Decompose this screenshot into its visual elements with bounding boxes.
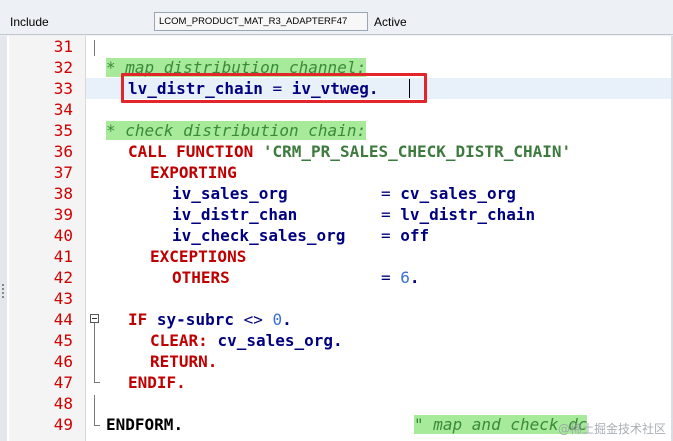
value: cv_sales_org <box>217 331 334 350</box>
parameter: iv_check_sales_org <box>172 226 346 245</box>
value: lv_distr_chain <box>400 205 536 224</box>
line-number: 39 <box>53 205 73 224</box>
include-label: Include <box>10 15 49 29</box>
collapse-icon[interactable] <box>90 314 99 323</box>
code-line-39[interactable]: 39 iv_distr_chan = lv_distr_chain <box>0 204 673 225</box>
code-line-46[interactable]: 46 RETURN. <box>0 351 673 372</box>
line-number: 44 <box>53 310 73 329</box>
line-number: 34 <box>53 100 73 119</box>
keyword: ENDIF <box>128 373 177 392</box>
line-number: 40 <box>53 226 73 245</box>
keyword: CALL FUNCTION <box>128 142 254 161</box>
parameter: iv_distr_chan <box>172 205 298 224</box>
keyword: RETURN <box>150 352 208 371</box>
period: . <box>333 331 343 350</box>
operator: = <box>381 184 401 203</box>
number-literal: 0 <box>272 310 283 329</box>
fold-guide-end <box>94 425 100 426</box>
line-number: 43 <box>53 289 73 308</box>
operator: = <box>381 226 401 245</box>
period: . <box>176 373 186 392</box>
operator: = <box>381 205 401 224</box>
line-number: 32 <box>53 58 73 77</box>
keyword: IF <box>128 310 148 329</box>
code-line-47[interactable]: 47 ENDIF. <box>0 372 673 393</box>
line-number: 38 <box>53 184 73 203</box>
line-number: 49 <box>53 415 73 434</box>
code-line-40[interactable]: 40 iv_check_sales_org = off <box>0 225 673 246</box>
variable: sy-subrc <box>156 310 234 329</box>
status-label: Active <box>374 15 407 29</box>
code-line-48[interactable]: 48 <box>0 393 673 414</box>
code-line-38[interactable]: 38 iv_sales_org = cv_sales_org <box>0 183 673 204</box>
comment: * check distribution chain: <box>106 121 367 140</box>
value: cv_sales_org <box>400 184 516 203</box>
value: off <box>400 226 430 245</box>
string-literal: 'CRM_PR_SALES_CHECK_DISTR_CHAIN' <box>262 142 572 161</box>
line-number: 46 <box>53 352 73 371</box>
keyword: OTHERS <box>172 268 230 287</box>
line-number: 37 <box>53 163 73 182</box>
watermark: @稀土掘金技术社区 <box>558 422 667 436</box>
code-line-45[interactable]: 45 CLEAR: cv_sales_org. <box>0 330 673 351</box>
line-number: 48 <box>53 394 73 413</box>
period: . <box>207 352 218 371</box>
line-number: 35 <box>53 121 73 140</box>
line-number: 31 <box>53 37 73 56</box>
keyword: EXPORTING <box>150 163 237 182</box>
program-name-field[interactable]: LCOM_PRODUCT_MAT_R3_ADAPTERF47 <box>154 12 368 31</box>
line-number: 36 <box>53 142 73 161</box>
code-line-44[interactable]: 44 IF sy-subrc <> 0. <box>0 309 673 330</box>
fold-guide <box>94 395 95 425</box>
keyword: CLEAR: <box>150 331 208 350</box>
code-line-43[interactable]: 43 <box>0 288 673 309</box>
keyword: EXCEPTIONS <box>150 247 247 266</box>
operator: <> <box>233 310 273 329</box>
period: . <box>409 268 420 287</box>
code-line-42[interactable]: 42 OTHERS = 6. <box>0 267 673 288</box>
line-number: 45 <box>53 331 73 350</box>
code-line-31[interactable]: 31 <box>0 36 673 57</box>
text-cursor <box>409 79 410 98</box>
number-literal: 6 <box>400 268 410 287</box>
fold-guide-end <box>94 382 100 383</box>
code-line-37[interactable]: 37 EXPORTING <box>0 162 673 183</box>
line-number: 47 <box>53 373 73 392</box>
highlight-annotation-box <box>121 73 427 103</box>
line-number: 41 <box>53 247 73 266</box>
code-line-36[interactable]: 36 CALL FUNCTION 'CRM_PR_SALES_CHECK_DIS… <box>0 141 673 162</box>
header-divider <box>0 34 673 35</box>
code-line-41[interactable]: 41 EXCEPTIONS <box>0 246 673 267</box>
operator: = <box>381 268 401 287</box>
period: . <box>282 310 292 329</box>
line-number: 42 <box>53 268 73 287</box>
parameter: iv_sales_org <box>172 184 288 203</box>
fold-guide <box>94 40 95 56</box>
editor-header: Include LCOM_PRODUCT_MAT_R3_ADAPTERF47 A… <box>0 0 673 36</box>
keyword: ENDFORM <box>106 415 174 434</box>
period: . <box>173 415 184 434</box>
code-line-35[interactable]: 35 * check distribution chain: <box>0 120 673 141</box>
fold-guide <box>94 323 95 383</box>
line-number: 33 <box>53 79 73 98</box>
